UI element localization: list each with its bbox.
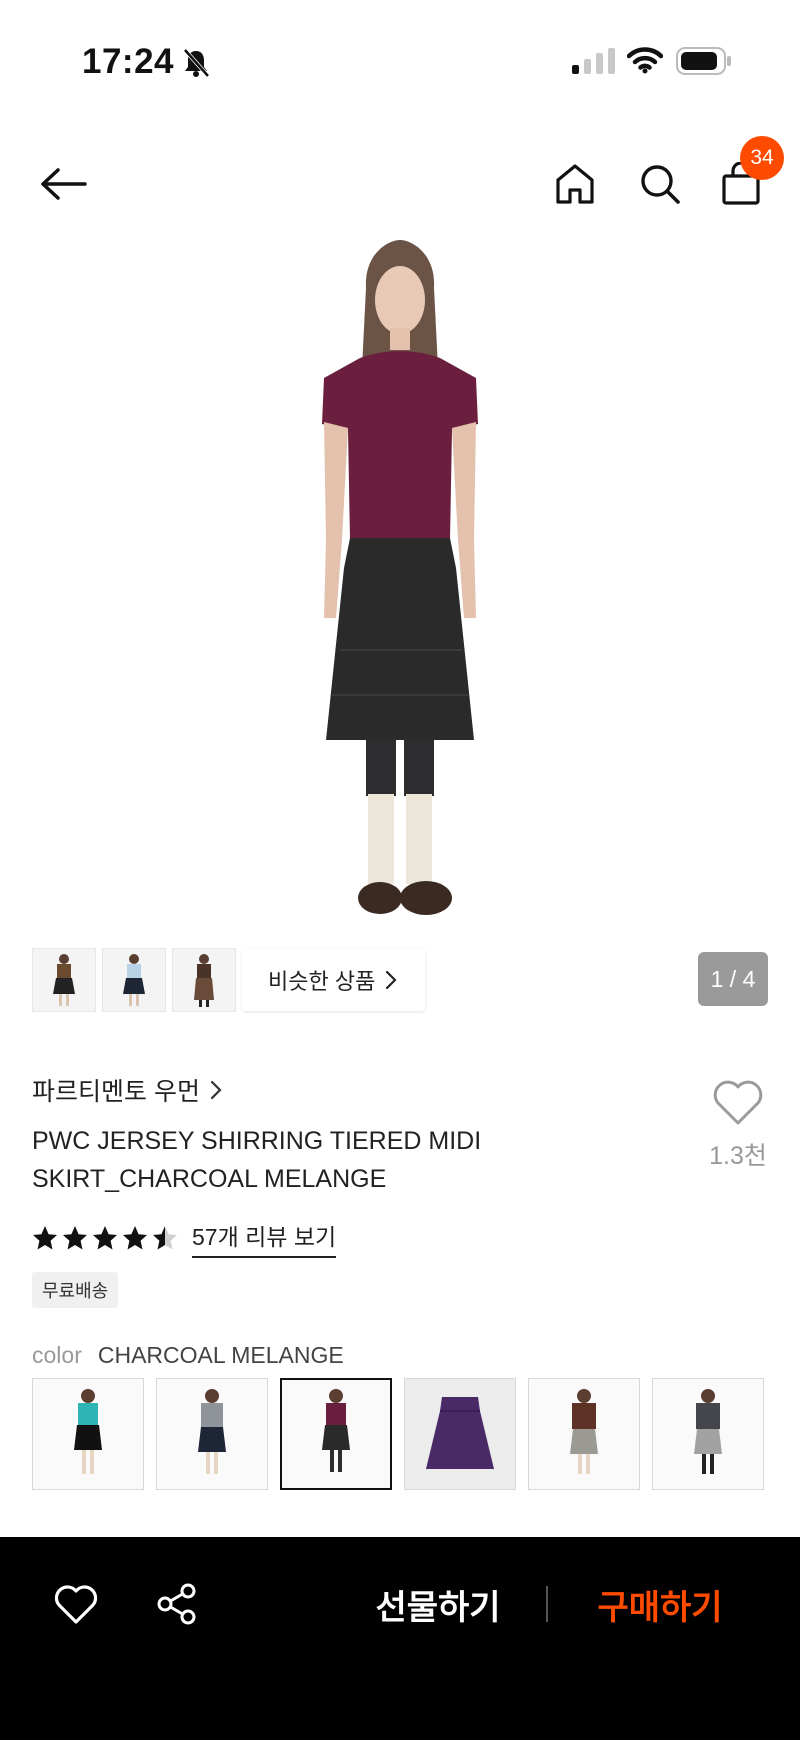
color-value: CHARCOAL MELANGE xyxy=(97,1342,344,1368)
color-row: color CHARCOAL MELANGE xyxy=(32,1342,344,1369)
brand-name: 파르티멘토 우먼 xyxy=(32,1078,200,1106)
brand-link[interactable]: 파르티멘토 우먼 xyxy=(32,1072,222,1108)
star-filled-icon xyxy=(93,1226,117,1250)
gallery-thumbnail[interactable] xyxy=(32,948,96,1012)
color-swatch[interactable] xyxy=(404,1378,516,1490)
home-button[interactable] xyxy=(550,158,600,210)
star-filled-icon xyxy=(63,1226,87,1250)
similar-products-label: 비슷한 상품 xyxy=(268,969,376,994)
wishlist-button[interactable] xyxy=(712,1080,764,1131)
search-icon xyxy=(641,165,680,204)
gallery-thumbnails: 비슷한 상품 xyxy=(32,948,426,1012)
share-icon xyxy=(157,1583,196,1625)
status-time: 17:24 xyxy=(82,42,175,81)
color-swatch-selected[interactable] xyxy=(280,1378,392,1490)
search-button[interactable] xyxy=(634,158,686,210)
similar-products-button[interactable]: 비슷한 상품 xyxy=(242,949,426,1011)
product-image[interactable] xyxy=(0,240,800,1030)
chevron-right-icon xyxy=(210,1080,222,1100)
cellular-signal-icon xyxy=(572,48,616,79)
color-swatch[interactable] xyxy=(156,1378,268,1490)
gift-button[interactable]: 선물하기 xyxy=(370,1580,506,1629)
back-button[interactable] xyxy=(36,160,92,208)
color-swatches xyxy=(32,1378,768,1490)
model-photo xyxy=(322,240,478,915)
image-page-indicator: 1 / 4 xyxy=(698,952,768,1006)
wifi-icon xyxy=(626,46,664,79)
color-swatch[interactable] xyxy=(528,1378,640,1490)
star-filled-icon xyxy=(123,1226,147,1250)
gallery-thumbnail[interactable] xyxy=(172,948,236,1012)
free-shipping-tag: 무료배송 xyxy=(32,1272,119,1308)
reviews-link[interactable]: 57개 리뷰 보기 xyxy=(192,1218,337,1258)
star-half-icon xyxy=(153,1226,177,1250)
cart-count-badge: 34 xyxy=(740,136,784,180)
product-title: PWC JERSEY SHIRRING TIERED MIDI SKIRT_CH… xyxy=(32,1127,482,1193)
bottom-action-bar xyxy=(0,1537,800,1740)
bottom-bar-divider xyxy=(546,1586,548,1622)
color-label: color xyxy=(32,1342,82,1368)
star-filled-icon xyxy=(33,1226,57,1250)
rating-row: 57개 리뷰 보기 xyxy=(32,1218,337,1258)
chevron-right-icon xyxy=(386,970,397,990)
home-icon xyxy=(556,164,594,204)
wishlist-count: 1.3천 xyxy=(709,1142,767,1170)
heart-outline-icon xyxy=(54,1585,98,1624)
battery-icon xyxy=(676,47,732,80)
heart-outline-icon xyxy=(713,1080,763,1125)
color-swatch[interactable] xyxy=(32,1378,144,1490)
buy-button[interactable]: 구매하기 xyxy=(590,1580,730,1629)
bottom-wishlist-button[interactable] xyxy=(54,1585,98,1630)
color-swatch[interactable] xyxy=(652,1378,764,1490)
arrow-left-icon xyxy=(41,168,87,200)
gallery-thumbnail[interactable] xyxy=(102,948,166,1012)
silent-bell-icon xyxy=(182,48,210,83)
share-button[interactable] xyxy=(156,1583,198,1630)
